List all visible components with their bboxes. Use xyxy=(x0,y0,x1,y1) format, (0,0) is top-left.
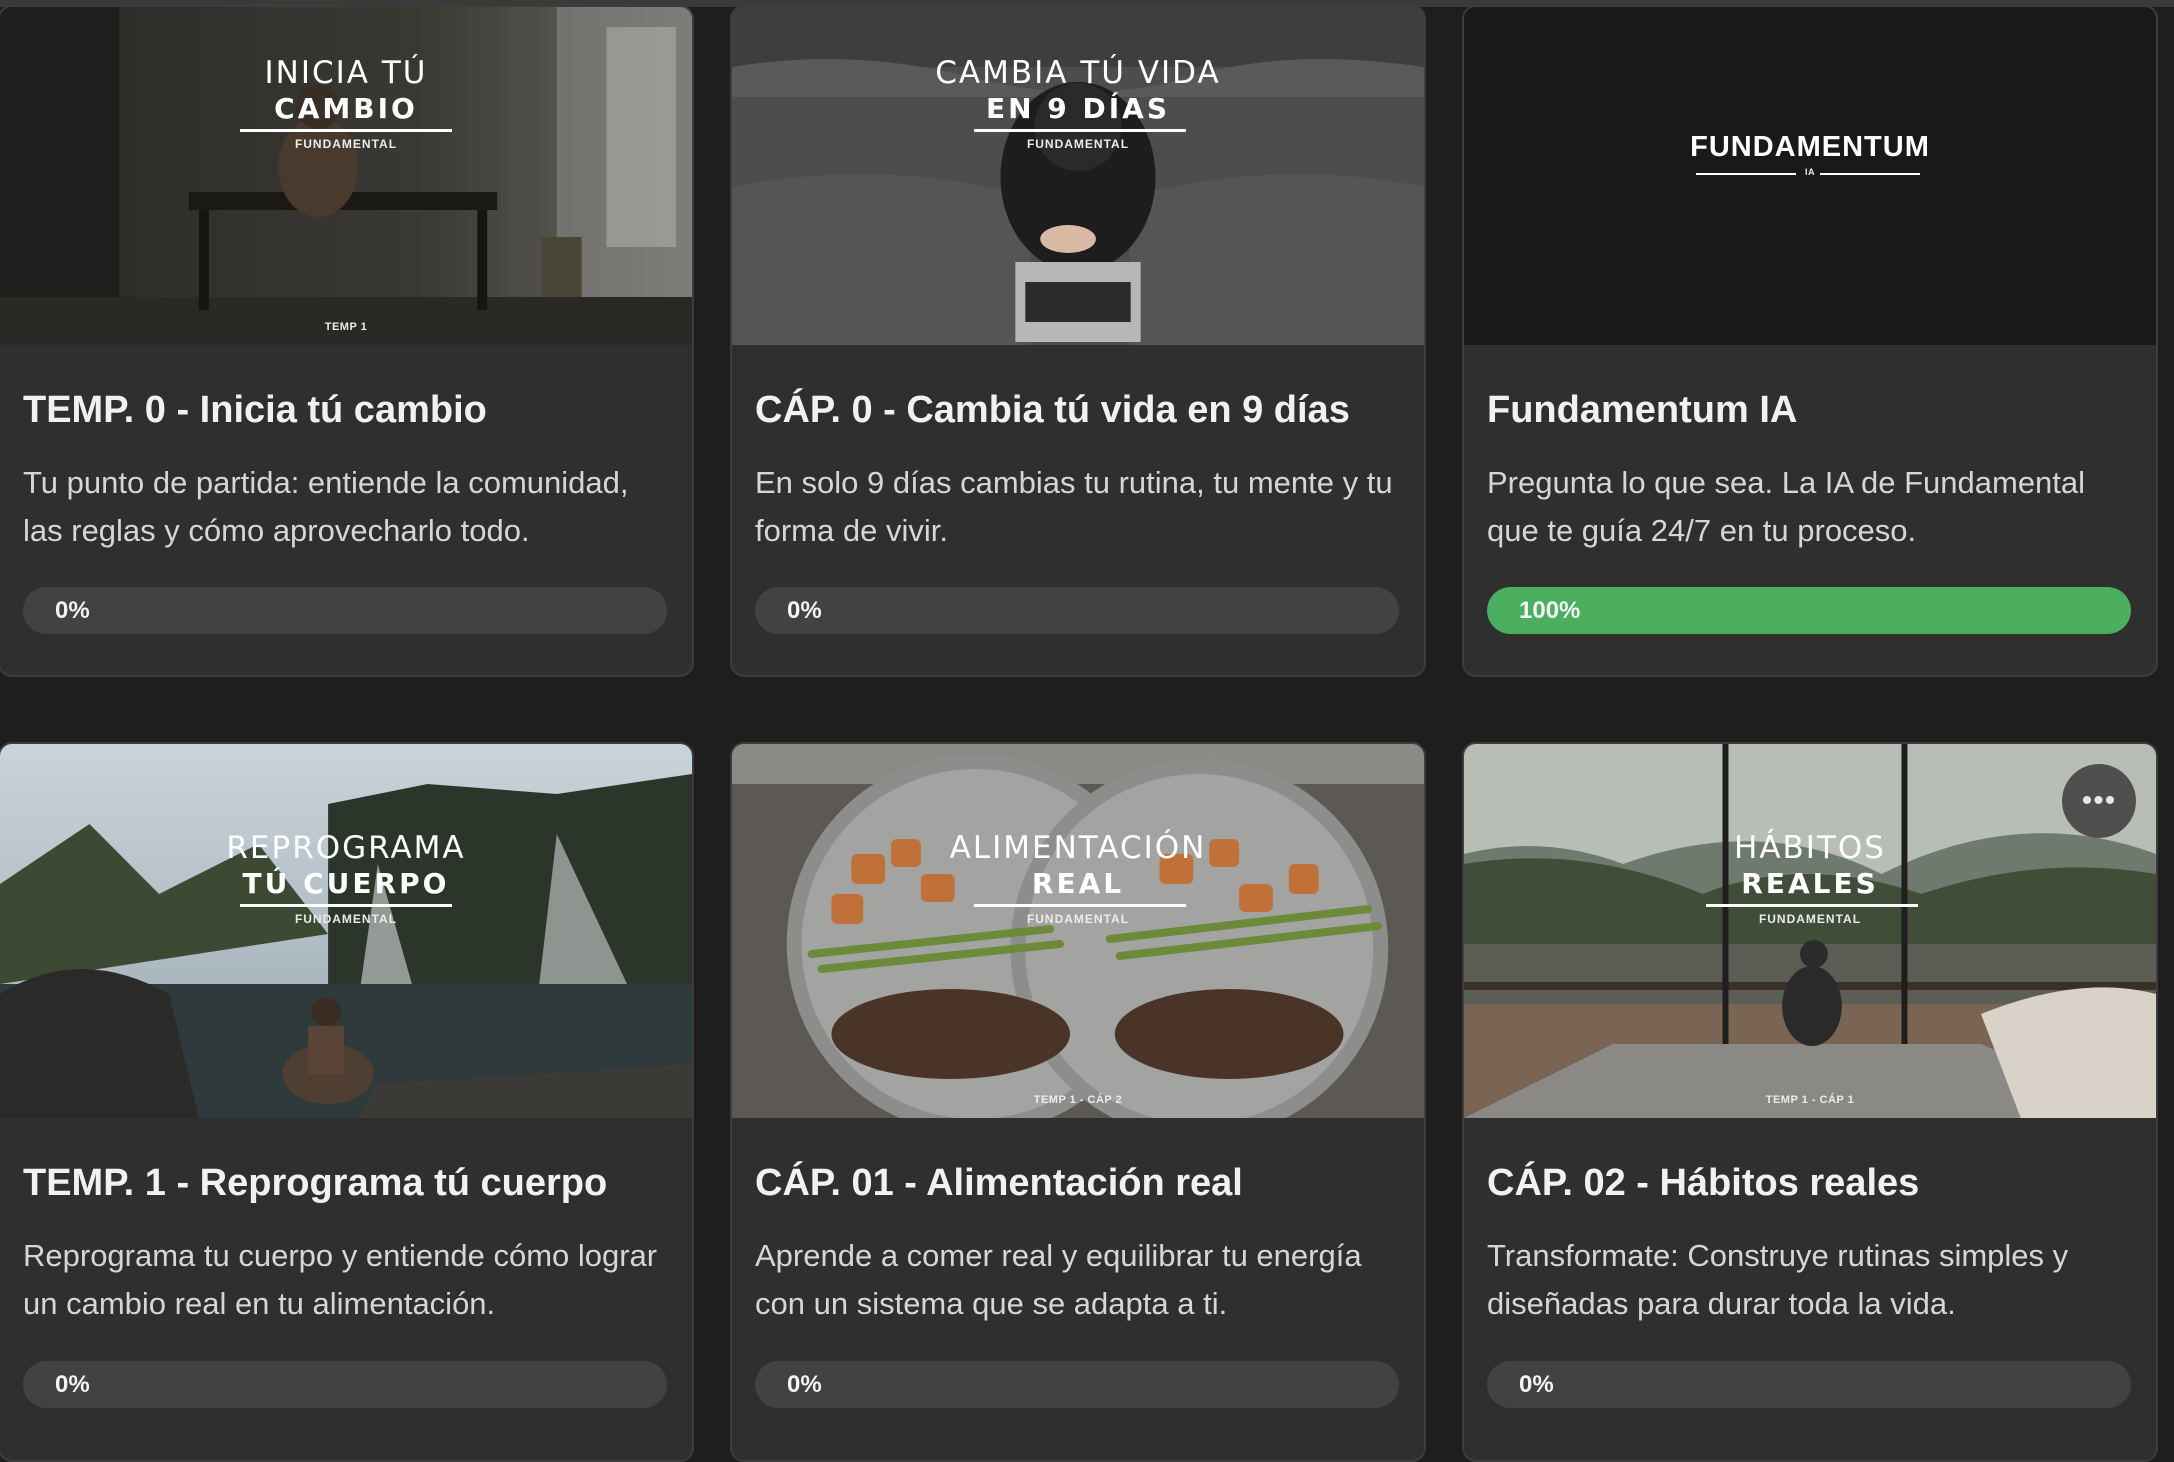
course-thumbnail: FUNDAMENTUM IA xyxy=(1464,7,2156,345)
course-card-inicia-tu-cambio[interactable]: INICIA TÚ CAMBIO FUNDAMENTAL TEMP 1 TEMP… xyxy=(0,5,694,677)
course-thumbnail: INICIA TÚ CAMBIO FUNDAMENTAL TEMP 1 xyxy=(0,7,692,345)
course-title: CÁP. 02 - Hábitos reales xyxy=(1487,1162,1920,1204)
thumbnail-title-line2: REALES xyxy=(1741,867,1879,900)
course-card-reprograma-tu-cuerpo[interactable]: REPROGRAMA TÚ CUERPO FUNDAMENTAL TEMP. 1… xyxy=(0,742,694,1462)
thumbnail-title-line2: REAL xyxy=(1031,867,1125,900)
course-grid: INICIA TÚ CAMBIO FUNDAMENTAL TEMP 1 TEMP… xyxy=(0,5,2174,1462)
progress-bar: 0% xyxy=(1487,1361,2131,1408)
course-thumbnail: CAMBIA TÚ VIDA EN 9 DÍAS FUNDAMENTAL xyxy=(732,7,1424,345)
thumbnail-title-line1: HÁBITOS xyxy=(1734,830,1886,866)
progress-bar: 100% xyxy=(1487,587,2131,634)
more-options-icon: ••• xyxy=(2081,784,2117,817)
course-card-habitos-reales[interactable]: HÁBITOS REALES FUNDAMENTAL TEMP 1 - CÁP … xyxy=(1462,742,2158,1462)
thumbnail-tag: TEMP 1 - CÁP 1 xyxy=(1765,1094,1855,1106)
thumbnail-title-line1: REPROGRAMA xyxy=(226,830,466,866)
thumbnail-divider xyxy=(240,904,452,907)
thumbnail-title-line2: TÚ CUERPO xyxy=(242,867,450,900)
progress-label: 0% xyxy=(787,597,822,624)
course-description: Transformate: Construye rutinas simples … xyxy=(1487,1238,2069,1321)
course-title: TEMP. 1 - Reprograma tú cuerpo xyxy=(23,1162,608,1204)
course-card-cambia-tu-vida[interactable]: CAMBIA TÚ VIDA EN 9 DÍAS FUNDAMENTAL CÁP… xyxy=(730,5,1426,677)
thumbnail-tag: TEMP 1 - CÁP 2 xyxy=(1033,1094,1123,1106)
course-card-fundamentum-ia[interactable]: FUNDAMENTUM IA Fundamentum IA Pregunta l… xyxy=(1462,5,2158,677)
thumbnail-brand: FUNDAMENTAL xyxy=(294,912,398,926)
progress-bar-fill xyxy=(1487,587,2131,634)
fundamentum-logo: FUNDAMENTUM xyxy=(1690,131,1930,163)
thumbnail-brand: FUNDAMENTAL xyxy=(294,137,398,151)
course-title: CÁP. 0 - Cambia tú vida en 9 días xyxy=(755,389,1350,431)
logo-subtitle: IA xyxy=(1805,167,1815,177)
thumbnail-title-line2: EN 9 DÍAS xyxy=(985,92,1171,125)
progress-label: 0% xyxy=(55,597,90,624)
progress-bar: 0% xyxy=(755,1361,1399,1408)
course-description: Reprograma tu cuerpo y entiende cómo log… xyxy=(23,1238,658,1321)
course-title: CÁP. 01 - Alimentación real xyxy=(755,1162,1243,1204)
thumbnail-divider xyxy=(974,904,1186,907)
more-options-button[interactable]: ••• xyxy=(2062,764,2136,838)
thumbnail-brand: FUNDAMENTAL xyxy=(1758,912,1862,926)
course-title: TEMP. 0 - Inicia tú cambio xyxy=(23,389,487,431)
thumbnail-brand: FUNDAMENTAL xyxy=(1026,137,1130,151)
course-description: En solo 9 días cambias tu rutina, tu men… xyxy=(755,465,1393,548)
thumbnail-title-line2: CAMBIO xyxy=(274,92,418,125)
course-card-alimentacion-real[interactable]: ALIMENTACIÓN REAL FUNDAMENTAL TEMP 1 - C… xyxy=(730,742,1426,1462)
thumbnail-divider xyxy=(1706,904,1918,907)
progress-label: 100% xyxy=(1519,597,1581,624)
progress-label: 0% xyxy=(787,1371,822,1398)
course-description: Aprende a comer real y equilibrar tu ene… xyxy=(755,1238,1362,1321)
progress-bar: 0% xyxy=(755,587,1399,634)
thumbnail-divider xyxy=(240,129,452,132)
course-thumbnail: REPROGRAMA TÚ CUERPO FUNDAMENTAL xyxy=(0,744,692,1118)
course-description: Tu punto de partida: entiende la comunid… xyxy=(23,465,629,548)
thumbnail-title-line1: CAMBIA TÚ VIDA xyxy=(935,55,1221,91)
thumbnail-title-line1: INICIA TÚ xyxy=(264,55,428,91)
thumbnail-title-line1: ALIMENTACIÓN xyxy=(949,830,1207,866)
thumbnail-brand: FUNDAMENTAL xyxy=(1026,912,1130,926)
course-description: Pregunta lo que sea. La IA de Fundamenta… xyxy=(1487,465,2086,548)
progress-label: 0% xyxy=(55,1371,90,1398)
course-thumbnail: HÁBITOS REALES FUNDAMENTAL TEMP 1 - CÁP … xyxy=(1464,744,2156,1118)
progress-label: 0% xyxy=(1519,1371,1554,1398)
progress-bar: 0% xyxy=(23,1361,667,1408)
thumbnail-tag: TEMP 1 xyxy=(324,321,368,333)
thumbnail-divider xyxy=(974,129,1186,132)
progress-bar: 0% xyxy=(23,587,667,634)
course-title: Fundamentum IA xyxy=(1487,389,1798,431)
course-thumbnail: ALIMENTACIÓN REAL FUNDAMENTAL TEMP 1 - C… xyxy=(732,744,1424,1118)
